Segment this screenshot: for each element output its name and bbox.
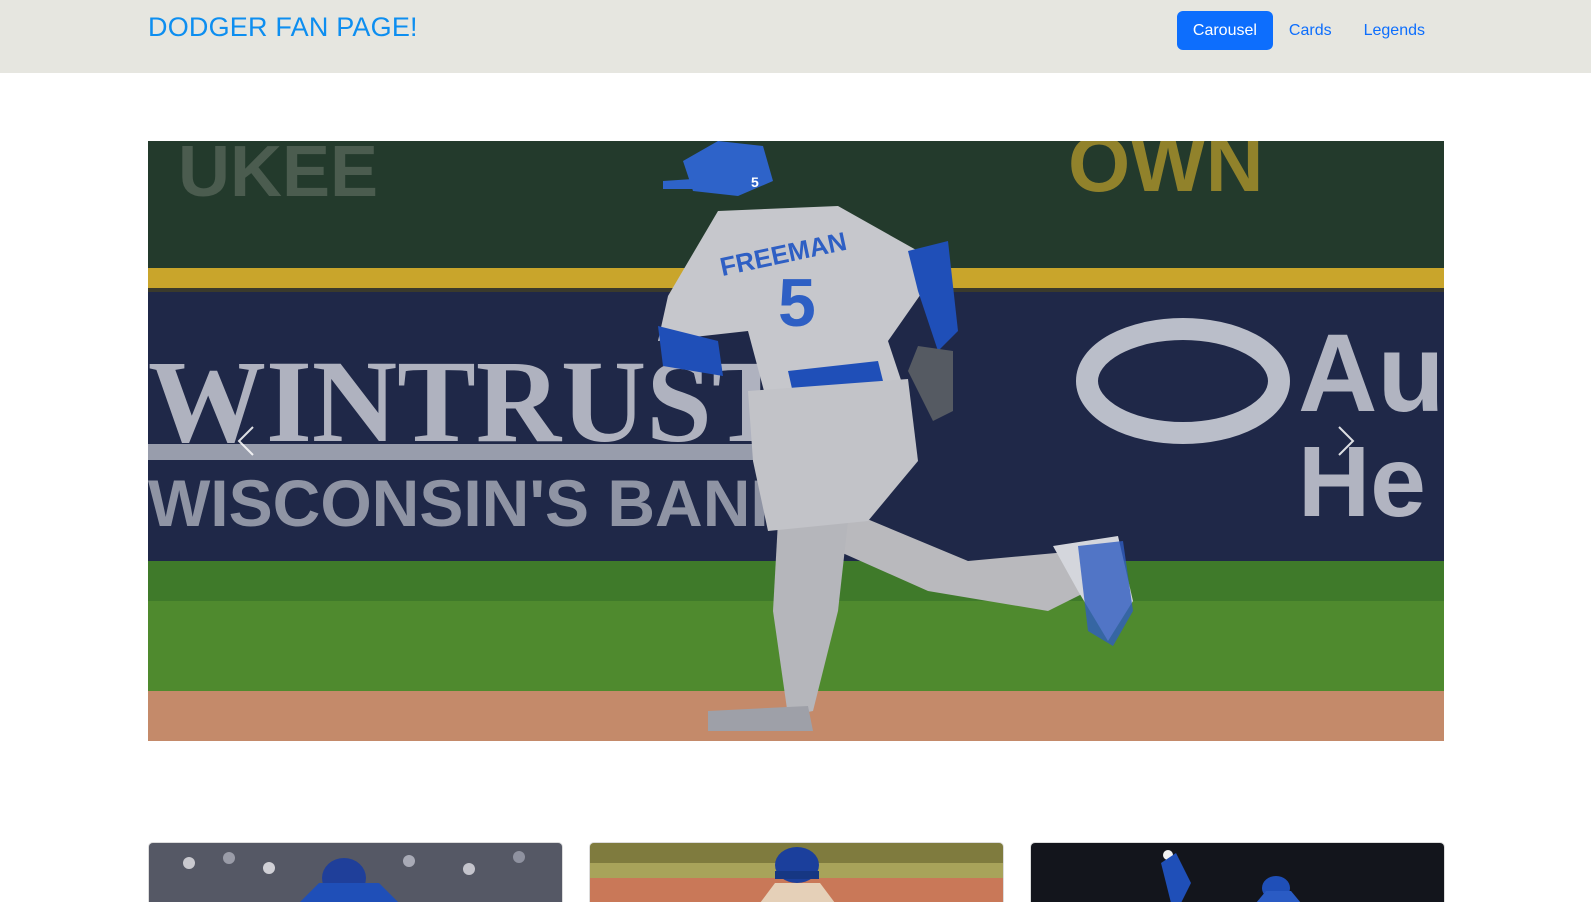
carousel-slide-image: UKEE OWN WINTRUST WISCONSIN'S BANK Au He bbox=[148, 141, 1444, 741]
card-3-image bbox=[1031, 843, 1444, 902]
carousel-prev-button[interactable] bbox=[216, 411, 276, 471]
card-2[interactable] bbox=[589, 842, 1004, 902]
card-1[interactable] bbox=[148, 842, 563, 902]
card-3[interactable] bbox=[1030, 842, 1445, 902]
card-2-image bbox=[590, 843, 1003, 902]
sign-top-left: UKEE bbox=[178, 141, 378, 212]
navbar: DODGER FAN PAGE! Carousel Cards Legends bbox=[0, 0, 1591, 73]
carousel-next-button[interactable] bbox=[1316, 411, 1376, 471]
card-1-image bbox=[149, 843, 562, 902]
main-nav: Carousel Cards Legends bbox=[1176, 11, 1441, 50]
chevron-right-icon bbox=[1338, 426, 1355, 456]
sign-sub: WISCONSIN'S BANK bbox=[148, 466, 798, 540]
cards-row bbox=[148, 842, 1445, 902]
carousel: UKEE OWN WINTRUST WISCONSIN'S BANK Au He bbox=[148, 141, 1444, 741]
jersey-number: 5 bbox=[778, 265, 816, 341]
sign-top-right: OWN bbox=[1068, 141, 1264, 208]
brand-link[interactable]: DODGER FAN PAGE! bbox=[148, 12, 418, 43]
nav-legends[interactable]: Legends bbox=[1348, 11, 1441, 50]
helmet-number: 5 bbox=[751, 174, 759, 190]
nav-carousel[interactable]: Carousel bbox=[1176, 11, 1273, 50]
chevron-left-icon bbox=[237, 426, 254, 456]
nav-cards[interactable]: Cards bbox=[1273, 11, 1348, 50]
